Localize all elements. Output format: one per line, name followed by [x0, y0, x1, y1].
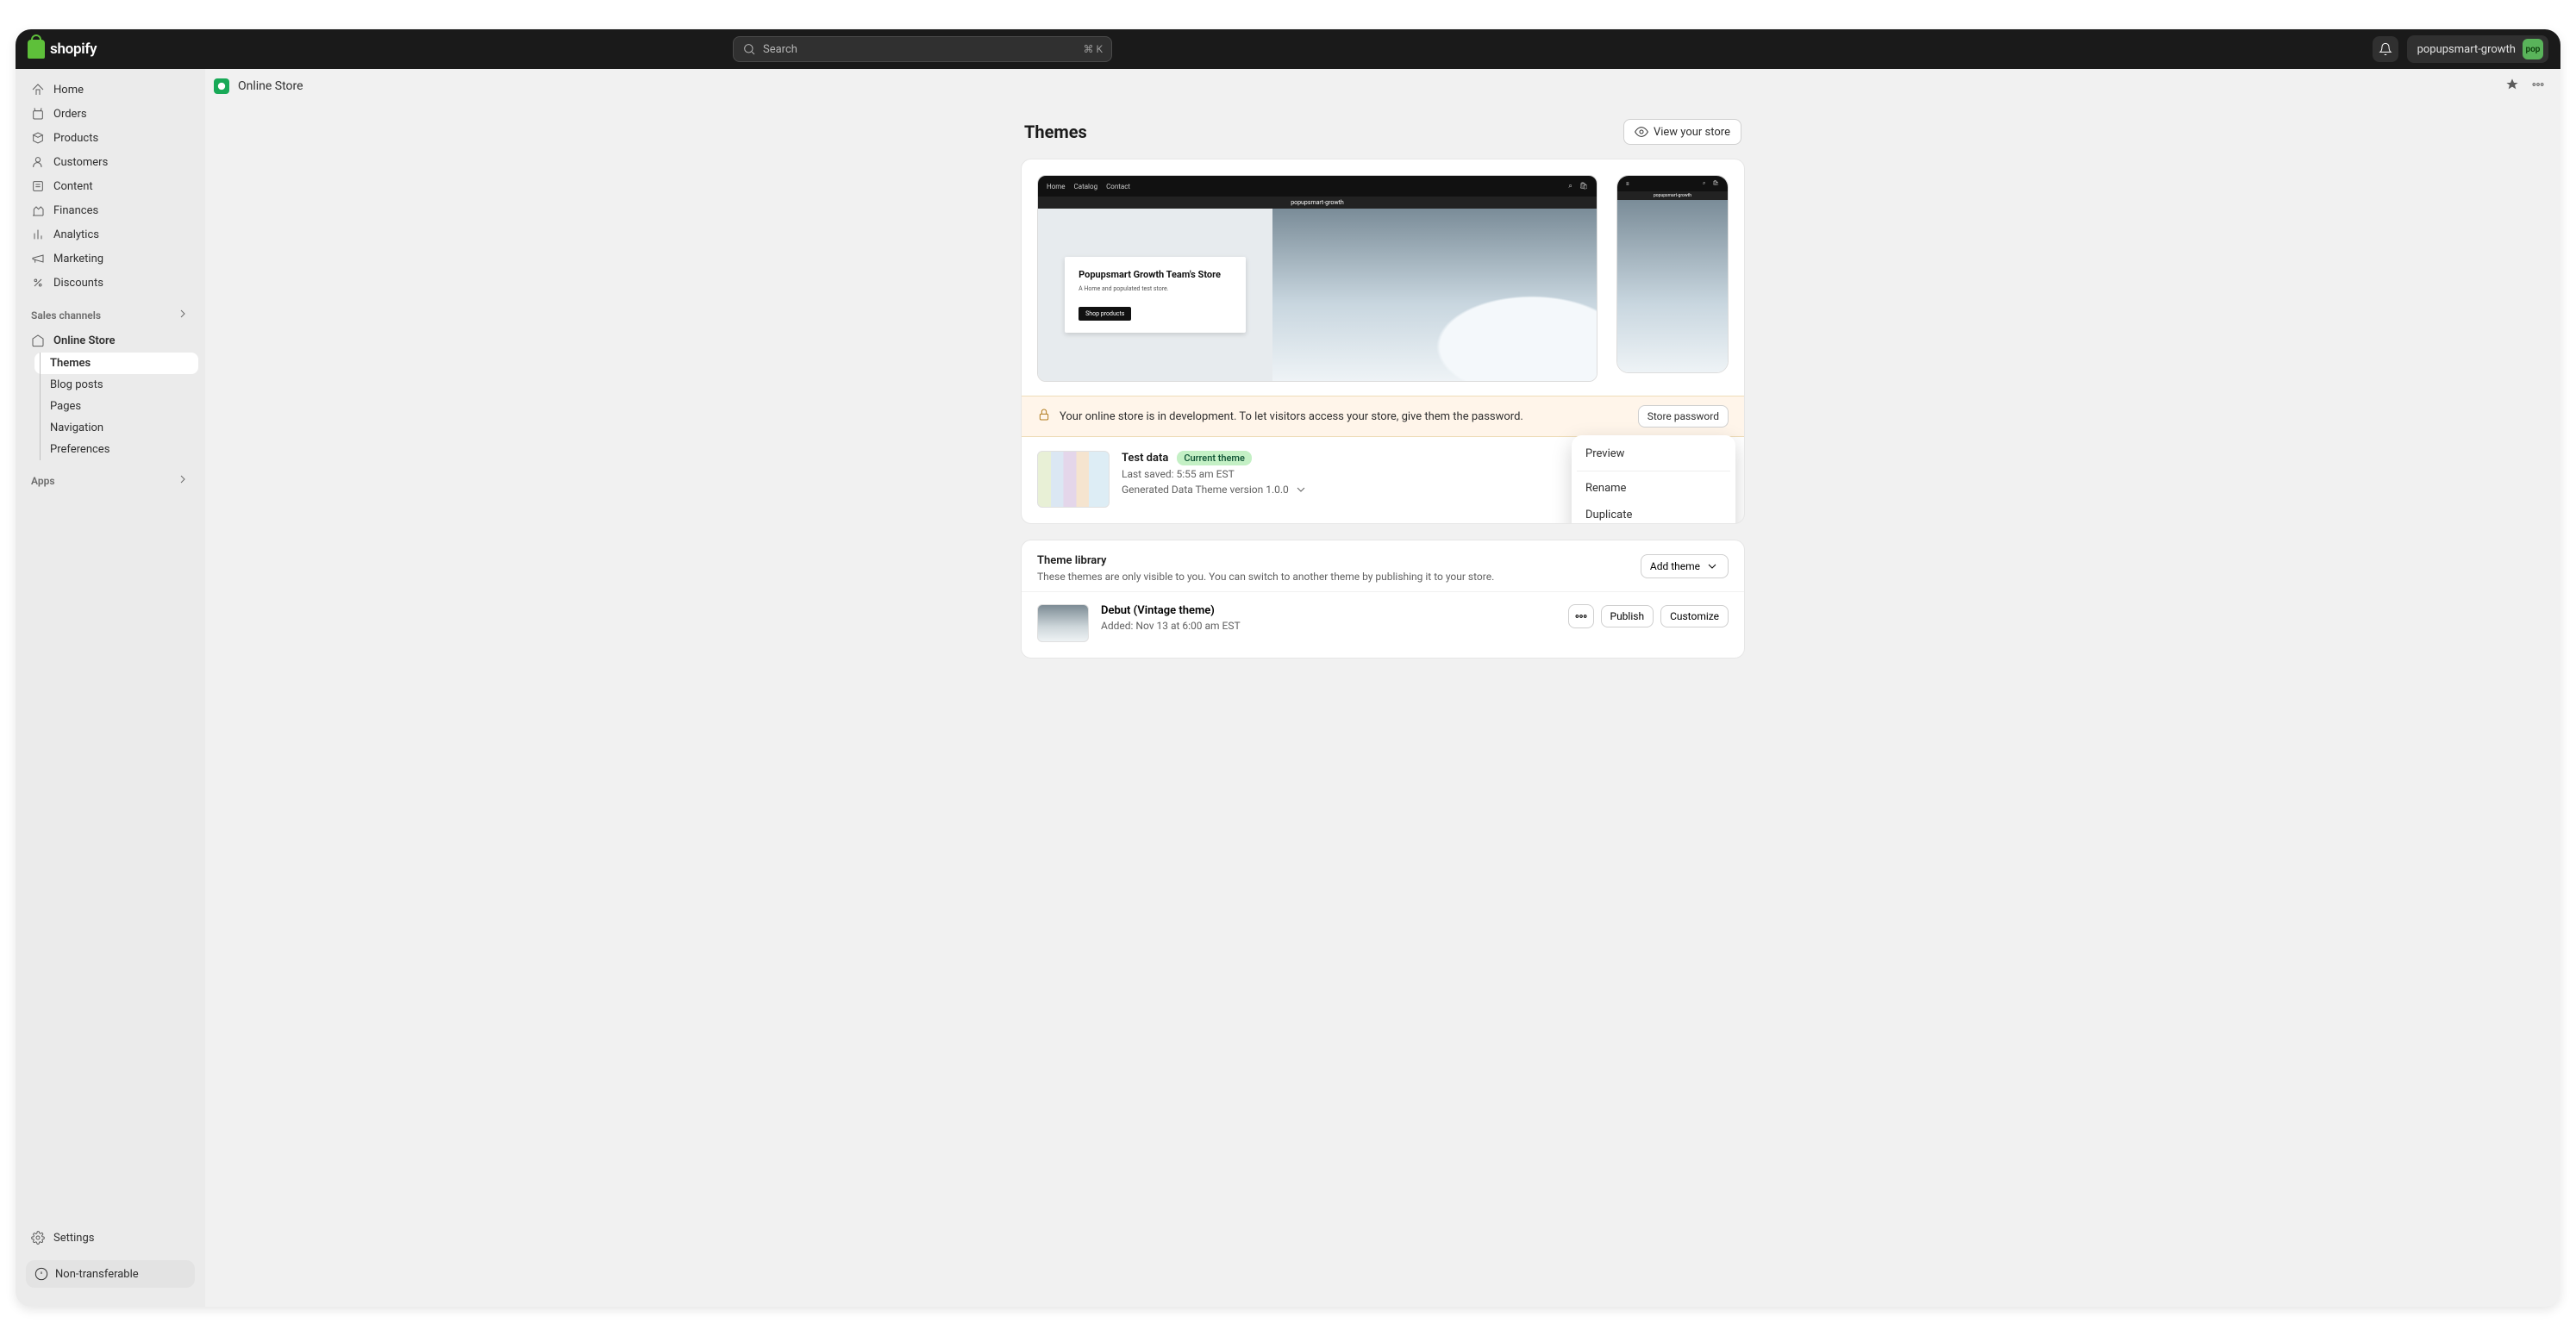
chevron-right-icon: [176, 472, 190, 486]
chevron-down-icon[interactable]: [1294, 483, 1308, 496]
preview-cart-icon: 🛍: [1579, 182, 1588, 190]
non-transferable-pill: Non-transferable: [26, 1260, 195, 1288]
main: Online Store Themes Vi: [205, 69, 2560, 1307]
page-title: Themes: [1024, 122, 1087, 142]
topbar-right: popupsmart-growth pop: [2373, 35, 2548, 63]
library-item: Debut (Vintage theme) Added: Nov 13 at 6…: [1022, 591, 1744, 658]
add-app-button[interactable]: [176, 472, 190, 489]
eye-icon: [1635, 125, 1648, 139]
apps-header: Apps: [22, 460, 198, 494]
notifications-button[interactable]: [2373, 36, 2398, 62]
chevron-right-icon: [176, 307, 190, 321]
search-placeholder: Search: [763, 43, 797, 56]
bell-icon: [2379, 42, 2392, 56]
library-theme-name: Debut (Vintage theme): [1101, 604, 1241, 617]
sidebar-sub-preferences[interactable]: Preferences: [34, 439, 198, 460]
menu-item-duplicate[interactable]: Duplicate: [1577, 502, 1730, 524]
password-warning: Your online store is in development. To …: [1022, 396, 1744, 437]
body: HomeOrdersProductsCustomersContentFinanc…: [16, 69, 2560, 1307]
customers-icon: [31, 155, 45, 169]
preview-hero-title: Popupsmart Growth Team's Store: [1079, 269, 1232, 280]
sidebar-item-orders[interactable]: Orders: [22, 102, 198, 126]
desktop-preview: Home Catalog Contact ⌕ 🛍 popupsmart-: [1037, 175, 1597, 382]
sidebar-sub-themes[interactable]: Themes: [34, 353, 198, 374]
sidebar-item-finances[interactable]: Finances: [22, 198, 198, 222]
online-store-icon: [214, 78, 229, 94]
topbar: shopify Search ⌘ K popupsmart-growth pop: [16, 29, 2560, 69]
shopify-bag-icon: [28, 40, 45, 59]
pin-button[interactable]: [2505, 78, 2519, 95]
sidebar-item-marketing[interactable]: Marketing: [22, 247, 198, 271]
lock-icon: [1037, 408, 1051, 425]
theme-name: Test data: [1122, 452, 1168, 465]
sidebar-item-analytics[interactable]: Analytics: [22, 222, 198, 247]
library-actions-button[interactable]: [1568, 604, 1594, 628]
add-theme-button[interactable]: Add theme: [1641, 554, 1729, 578]
store-password-button[interactable]: Store password: [1638, 405, 1729, 428]
sidebar-item-home[interactable]: Home: [22, 78, 198, 102]
library-thumbnail: [1037, 604, 1089, 642]
subheader-label: Online Store: [238, 79, 303, 93]
theme-version: Generated Data Theme version 1.0.0: [1122, 484, 1289, 496]
finances-icon: [31, 203, 45, 217]
view-store-button[interactable]: View your store: [1623, 119, 1741, 145]
library-customize-button[interactable]: Customize: [1660, 605, 1729, 627]
sidebar-sub-blog-posts[interactable]: Blog posts: [34, 374, 198, 396]
discounts-icon: [31, 276, 45, 290]
brand-text: shopify: [50, 41, 97, 58]
preview-menu-icon: ≡: [1626, 181, 1629, 187]
preview-hero-sub: A Home and populated test store.: [1079, 285, 1232, 294]
store-name: popupsmart-growth: [2417, 43, 2516, 56]
search-input[interactable]: Search ⌘ K: [733, 36, 1112, 62]
brand-logo: shopify: [28, 40, 97, 59]
theme-thumbnail: [1037, 451, 1110, 508]
sidebar-item-content[interactable]: Content: [22, 174, 198, 198]
subheader: Online Store: [205, 69, 2560, 103]
add-channel-button[interactable]: [176, 307, 190, 323]
marketing-icon: [31, 252, 45, 265]
search-icon: [742, 42, 756, 56]
dots-horizontal-icon: [2531, 78, 2545, 91]
sidebar-item-discounts[interactable]: Discounts: [22, 271, 198, 295]
gear-icon: [31, 1231, 45, 1245]
menu-item-preview[interactable]: Preview: [1577, 440, 1730, 467]
theme-actions-menu: PreviewRenameDuplicateDownload theme fil…: [1572, 435, 1735, 524]
sidebar-item-products[interactable]: Products: [22, 126, 198, 150]
chevron-down-icon: [1705, 559, 1719, 573]
sidebar: HomeOrdersProductsCustomersContentFinanc…: [16, 69, 205, 1307]
preview-hero-cta: Shop products: [1079, 307, 1131, 321]
avatar: pop: [2523, 39, 2543, 59]
library-subtitle: These themes are only visible to you. Yo…: [1037, 571, 1494, 583]
preview-nav: Home Catalog Contact ⌕ 🛍: [1038, 176, 1597, 197]
sidebar-sub-pages[interactable]: Pages: [34, 396, 198, 417]
theme-library-card: Theme library These themes are only visi…: [1021, 540, 1745, 659]
mobile-preview: ≡ ⌕🛍 popupsmart-growth: [1616, 175, 1729, 373]
content-icon: [31, 179, 45, 193]
menu-item-rename[interactable]: Rename: [1577, 475, 1730, 502]
home-icon: [31, 83, 45, 97]
sidebar-sub-navigation[interactable]: Navigation: [34, 417, 198, 439]
store-switcher[interactable]: popupsmart-growth pop: [2407, 35, 2548, 63]
pin-icon: [2505, 78, 2519, 91]
analytics-icon: [31, 228, 45, 241]
library-title: Theme library: [1037, 554, 1494, 567]
preview-search-icon: ⌕: [1568, 182, 1572, 190]
sidebar-item-customers[interactable]: Customers: [22, 150, 198, 174]
dots-horizontal-icon: [1574, 609, 1588, 623]
sales-channels-header: Sales channels: [22, 295, 198, 328]
preview-banner: popupsmart-growth: [1038, 197, 1597, 209]
current-theme-badge: Current theme: [1177, 451, 1252, 465]
search-shortcut: ⌘ K: [1083, 43, 1103, 55]
products-icon: [31, 131, 45, 145]
current-theme-card: Home Catalog Contact ⌕ 🛍 popupsmart-: [1021, 159, 1745, 524]
store-icon: [31, 334, 45, 347]
more-button[interactable]: [2531, 78, 2545, 95]
content-scroll[interactable]: Themes View your store: [205, 103, 2560, 1307]
orders-icon: [31, 107, 45, 121]
sidebar-item-settings[interactable]: Settings: [22, 1226, 198, 1250]
info-icon: [34, 1267, 48, 1281]
app-shell: shopify Search ⌘ K popupsmart-growth pop…: [16, 29, 2560, 1307]
sidebar-item-online-store[interactable]: Online Store: [22, 328, 198, 353]
publish-button[interactable]: Publish: [1601, 605, 1654, 627]
